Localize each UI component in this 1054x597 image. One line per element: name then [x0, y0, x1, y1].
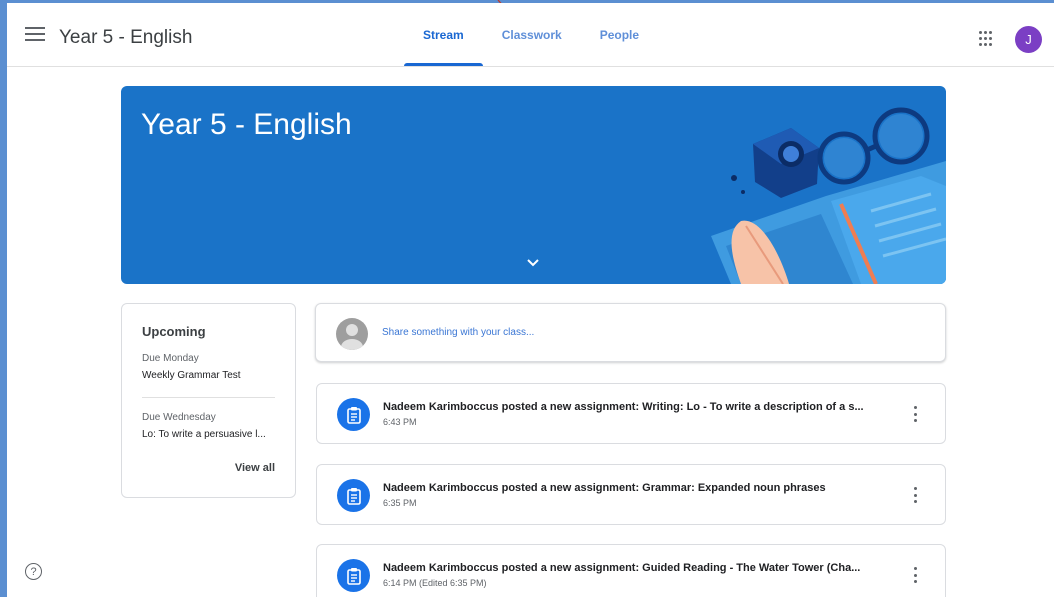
class-banner: Year 5 - English	[121, 86, 946, 284]
share-with-class-box[interactable]: Share something with your class...	[315, 303, 946, 362]
hamburger-menu-icon[interactable]	[25, 27, 45, 43]
upcoming-item-link[interactable]: Weekly Grammar Test	[142, 370, 275, 381]
assignment-icon	[337, 479, 370, 512]
post-timestamp: 6:35 PM	[383, 498, 417, 508]
person-icon	[341, 324, 363, 350]
banner-illustration	[711, 107, 946, 284]
tab-stream[interactable]: Stream	[404, 3, 483, 66]
view-all-link[interactable]: View all	[235, 462, 275, 474]
class-tabs: Stream Classwork People	[404, 3, 658, 66]
tab-people[interactable]: People	[581, 3, 658, 66]
upcoming-heading: Upcoming	[142, 324, 206, 339]
more-vert-icon[interactable]	[913, 487, 917, 503]
banner-title: Year 5 - English	[141, 108, 352, 141]
more-vert-icon[interactable]	[913, 567, 917, 583]
top-app-bar: Year 5 - English Stream Classwork People…	[7, 3, 1054, 67]
stream-post[interactable]: Nadeem Karimboccus posted a new assignme…	[316, 544, 946, 597]
user-avatar[interactable]: J	[1015, 26, 1042, 53]
assignment-icon	[337, 398, 370, 431]
class-title[interactable]: Year 5 - English	[59, 27, 192, 49]
chevron-down-icon[interactable]	[523, 256, 543, 270]
post-timestamp: 6:43 PM	[383, 417, 417, 427]
due-label: Due Monday	[142, 353, 199, 364]
avatar	[336, 318, 368, 350]
assignment-icon	[337, 559, 370, 592]
post-title: Nadeem Karimboccus posted a new assignme…	[383, 562, 861, 574]
post-title: Nadeem Karimboccus posted a new assignme…	[383, 401, 864, 413]
post-title: Nadeem Karimboccus posted a new assignme…	[383, 482, 826, 494]
due-label: Due Wednesday	[142, 412, 216, 423]
apps-grid-icon[interactable]	[979, 31, 995, 47]
post-timestamp: 6:14 PM (Edited 6:35 PM)	[383, 578, 487, 588]
tab-classwork[interactable]: Classwork	[483, 3, 581, 66]
more-vert-icon[interactable]	[913, 406, 917, 422]
share-placeholder: Share something with your class...	[382, 327, 535, 338]
stream-post[interactable]: Nadeem Karimboccus posted a new assignme…	[316, 383, 946, 444]
help-icon[interactable]: ?	[25, 563, 42, 580]
stream-post[interactable]: Nadeem Karimboccus posted a new assignme…	[316, 464, 946, 525]
upcoming-card: Upcoming Due Monday Weekly Grammar Test …	[121, 303, 296, 498]
upcoming-item-link[interactable]: Lo: To write a persuasive l...	[142, 429, 275, 440]
divider	[142, 397, 275, 398]
